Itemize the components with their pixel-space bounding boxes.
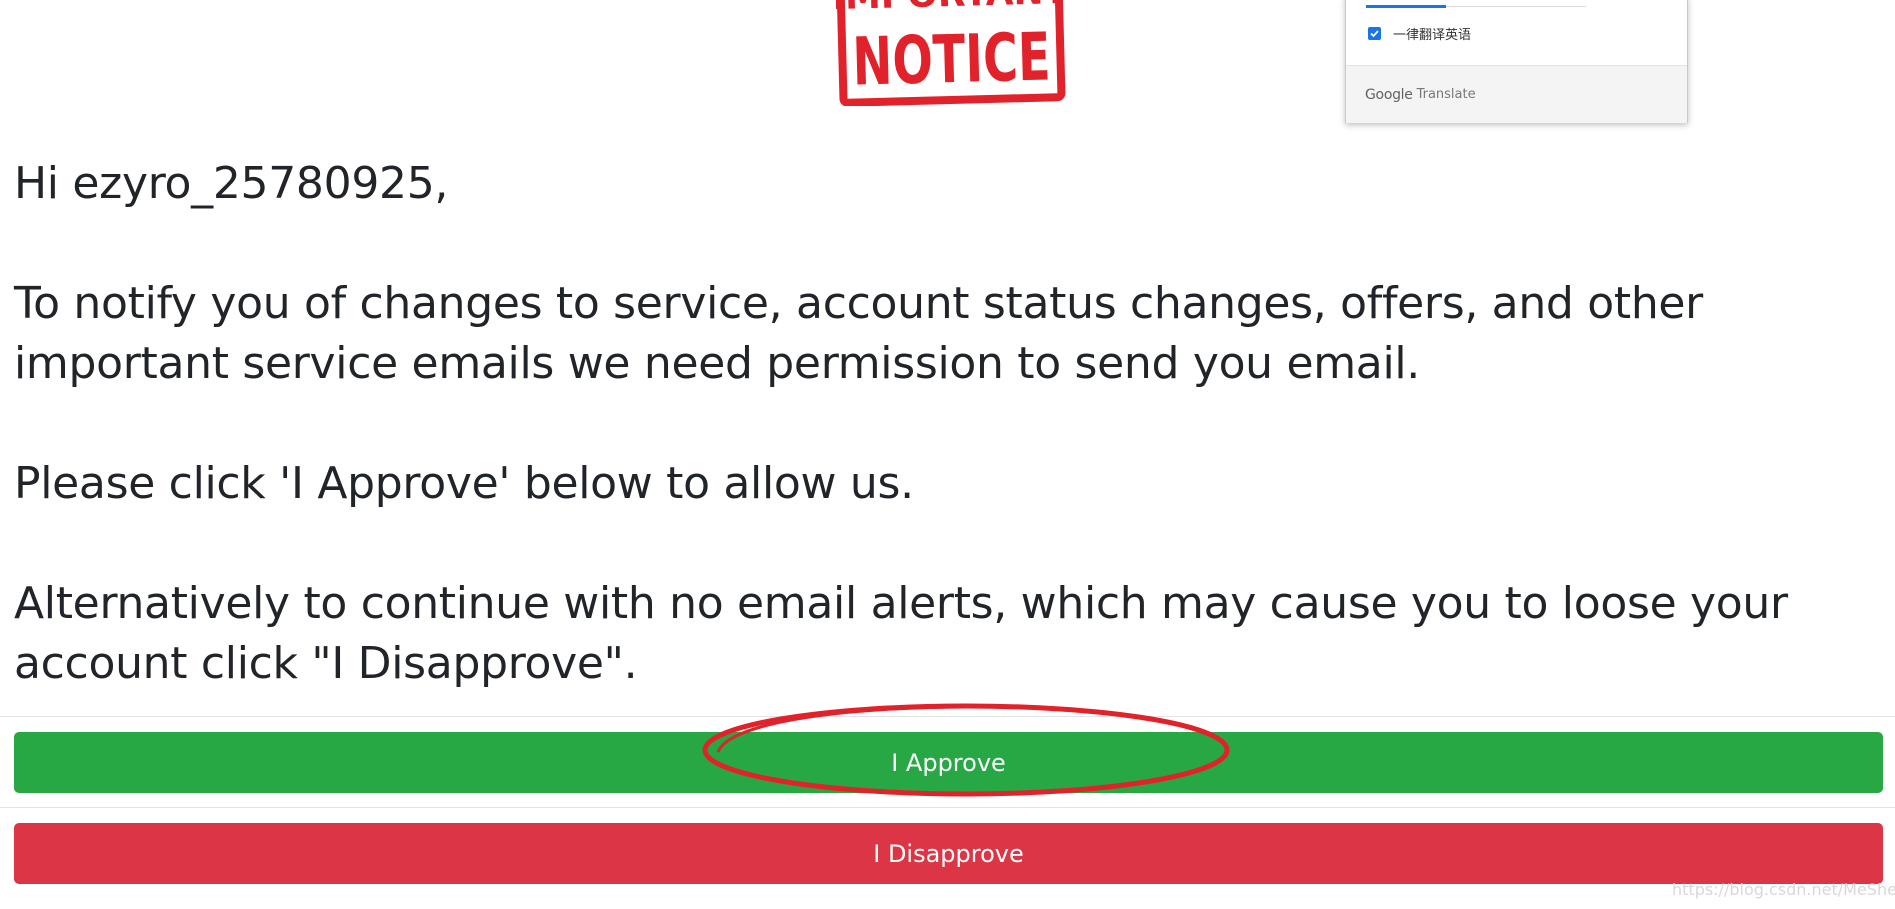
google-translate-popup: 一律翻译英语 Google Translate xyxy=(1345,0,1688,123)
divider-top xyxy=(0,716,1895,717)
message-body: Hi ezyro_25780925, To notify you of chan… xyxy=(14,154,1880,754)
approve-instruction-paragraph: Please click 'I Approve' below to allow … xyxy=(14,458,914,509)
approve-button[interactable]: I Approve xyxy=(14,732,1883,793)
greeting-text: Hi ezyro_25780925, xyxy=(14,158,449,209)
always-translate-label: 一律翻译英语 xyxy=(1393,27,1472,43)
checkmark-icon xyxy=(1370,29,1379,37)
translate-footer: Google Translate xyxy=(1346,65,1687,123)
important-notice-stamp: IMPORTANT NOTICE xyxy=(836,0,1066,106)
translate-brand-text: Translate xyxy=(1416,87,1476,102)
always-translate-checkbox[interactable] xyxy=(1368,26,1381,40)
notice-paragraph: To notify you of changes to service, acc… xyxy=(14,278,1703,389)
always-translate-option[interactable]: 一律翻译英语 xyxy=(1368,23,1471,43)
stamp-main-text: NOTICE xyxy=(852,18,1052,100)
translate-active-tab-indicator xyxy=(1366,5,1446,8)
disapprove-instruction-paragraph: Alternatively to continue with no email … xyxy=(14,578,1788,689)
watermark-text: https://blog.csdn.net/MeSheep xyxy=(1672,880,1895,899)
divider-middle xyxy=(0,807,1895,808)
google-logo-text: Google xyxy=(1365,86,1413,103)
stamp-top-text: IMPORTANT xyxy=(836,0,1066,18)
disapprove-button[interactable]: I Disapprove xyxy=(14,823,1883,884)
